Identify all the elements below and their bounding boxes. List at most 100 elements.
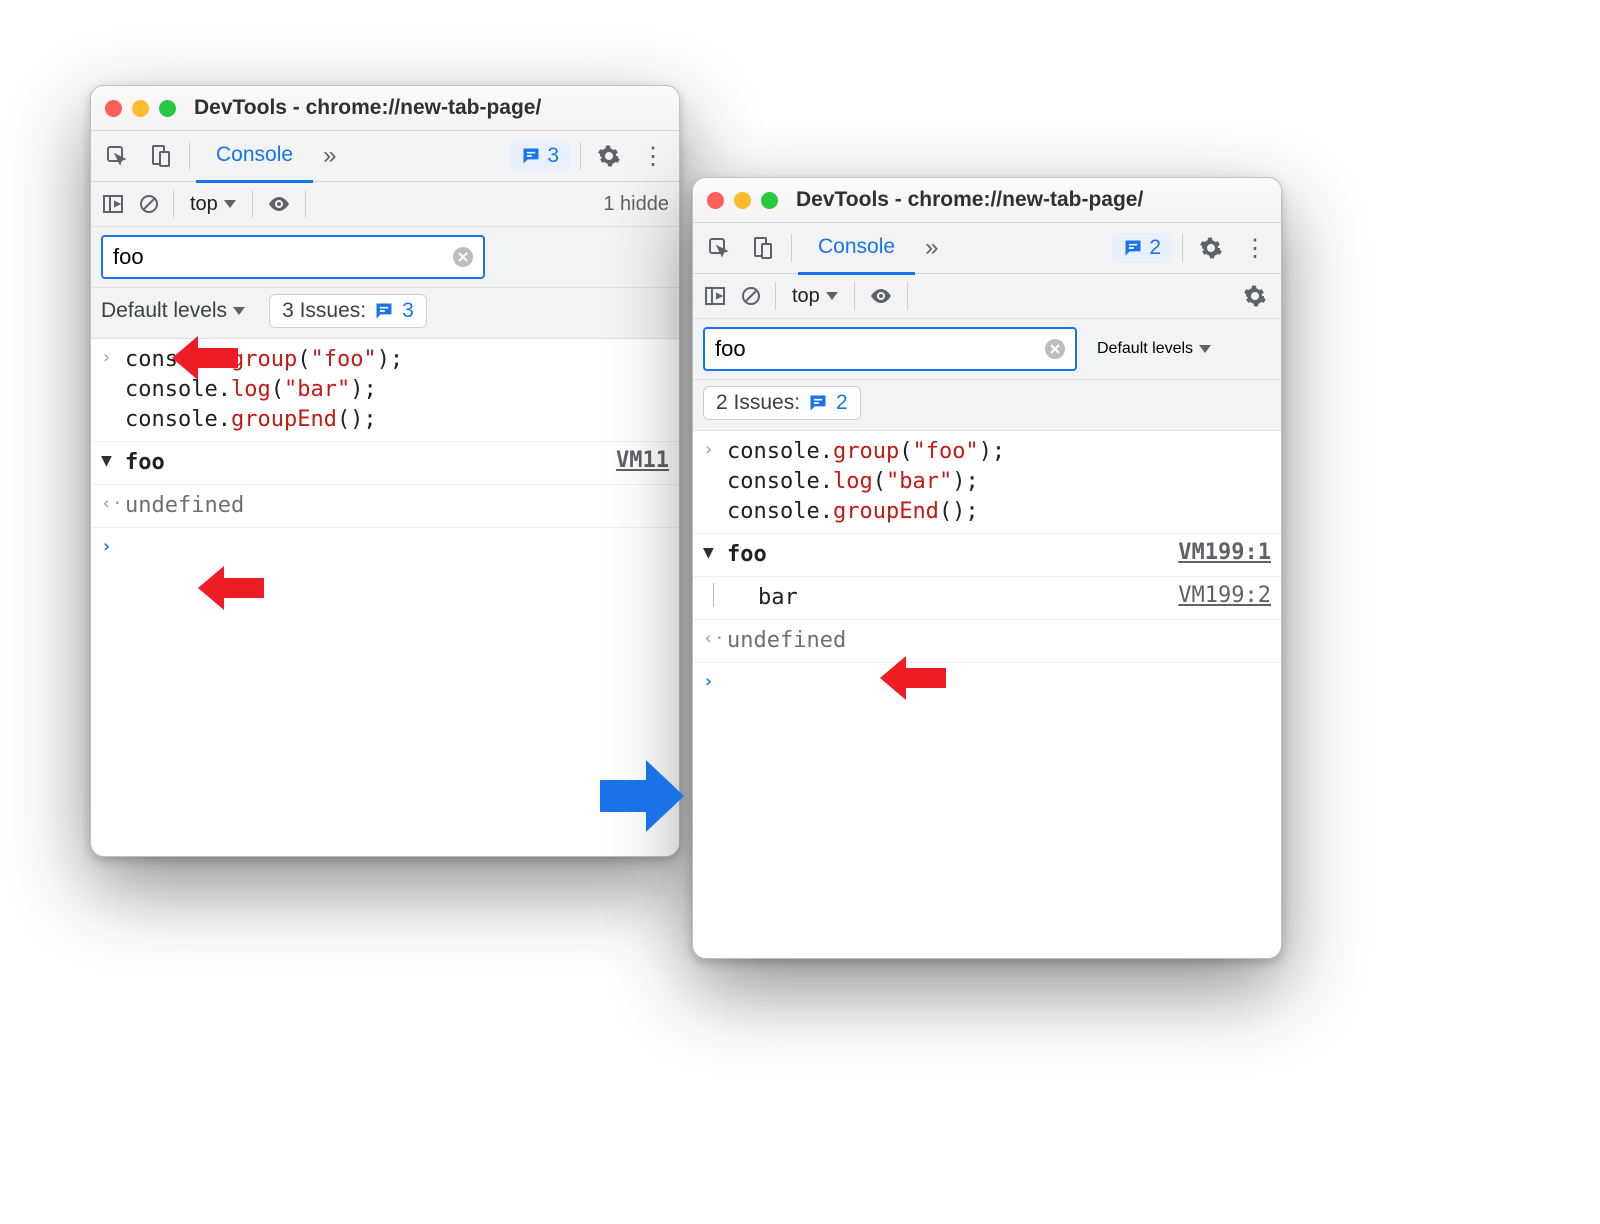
clear-filter-icon[interactable] <box>1043 337 1067 361</box>
transition-arrow-icon <box>598 756 686 836</box>
titlebar: DevTools - chrome://new-tab-page/ <box>693 178 1281 223</box>
context-label: top <box>792 285 820 308</box>
inspect-icon[interactable] <box>95 131 139 181</box>
filter-input-wrap[interactable] <box>703 327 1077 371</box>
input-row: › console.group("foo"); console.log("bar… <box>693 431 1281 534</box>
filter-input[interactable] <box>705 336 1043 362</box>
chevron-right-icon: › <box>101 534 125 557</box>
return-arrow-icon: ‹· <box>703 626 727 649</box>
chevron-right-icon: › <box>101 345 125 368</box>
chevron-right-icon: › <box>703 669 727 692</box>
issues-count: 3 <box>547 144 559 168</box>
group-log-row: bar VM199:2 <box>693 577 1281 620</box>
filter-input[interactable] <box>103 244 451 270</box>
filter-input-wrap[interactable] <box>101 235 485 279</box>
close-icon[interactable] <box>105 100 122 117</box>
annotation-arrow-icon <box>878 654 946 702</box>
prompt-input[interactable] <box>727 669 740 699</box>
result-row: ‹· undefined <box>91 485 679 528</box>
console-output: › console.group("foo"); console.log("bar… <box>693 431 1281 705</box>
log-levels-label: Default levels <box>101 299 227 323</box>
separator <box>791 234 792 262</box>
filter-bar <box>91 227 679 288</box>
separator <box>854 282 855 310</box>
message-icon <box>1123 238 1143 258</box>
issues-chip-label: 3 Issues: <box>282 299 366 323</box>
tab-console[interactable]: Console <box>798 222 915 275</box>
prompt-row[interactable]: › <box>693 663 1281 705</box>
group-row[interactable]: ▼ foo VM11 <box>91 442 679 485</box>
chevron-right-icon: › <box>703 437 727 460</box>
inspect-icon[interactable] <box>697 223 741 273</box>
context-selector[interactable]: top <box>782 285 848 308</box>
triangle-down-icon <box>1199 345 1211 353</box>
live-expression-icon[interactable] <box>861 271 901 321</box>
live-expression-icon[interactable] <box>259 179 299 229</box>
message-icon <box>808 393 828 413</box>
main-toolbar: Console » 2 ⋮ <box>693 223 1281 274</box>
log-text: bar <box>746 583 798 613</box>
annotation-arrow-icon <box>170 334 238 382</box>
source-link[interactable]: VM11 <box>616 448 669 473</box>
devtools-window-right: DevTools - chrome://new-tab-page/ Consol… <box>692 177 1282 959</box>
filter-bar: Default levels <box>693 319 1281 380</box>
log-levels-selector[interactable]: Default levels <box>1087 340 1221 358</box>
more-tabs-icon[interactable]: » <box>313 142 346 170</box>
separator <box>580 142 581 170</box>
separator <box>907 282 908 310</box>
separator <box>775 282 776 310</box>
levels-bar: 2 Issues: 2 <box>693 380 1281 431</box>
source-link[interactable]: VM199:1 <box>1178 540 1271 565</box>
undefined-result: undefined <box>727 626 846 656</box>
prompt-input[interactable] <box>125 534 138 564</box>
group-name: foo <box>727 540 767 570</box>
device-mode-icon[interactable] <box>139 131 183 181</box>
maximize-icon[interactable] <box>159 100 176 117</box>
separator <box>305 190 306 218</box>
minimize-icon[interactable] <box>132 100 149 117</box>
sidebar-toggle-icon[interactable] <box>95 179 131 229</box>
triangle-down-icon <box>233 307 245 315</box>
tab-console[interactable]: Console <box>196 130 313 183</box>
issues-chip[interactable]: 3 Issues: 3 <box>269 294 427 328</box>
prompt-row[interactable]: › <box>91 528 679 570</box>
undefined-result: undefined <box>125 491 244 521</box>
source-link[interactable]: VM199:2 <box>1178 583 1271 608</box>
minimize-icon[interactable] <box>734 192 751 209</box>
group-row[interactable]: ▼ foo VM199:1 <box>693 534 1281 577</box>
message-icon <box>374 301 394 321</box>
group-indent <box>713 583 746 607</box>
gear-icon[interactable] <box>587 131 631 181</box>
more-tabs-icon[interactable]: » <box>915 234 948 262</box>
kebab-icon[interactable]: ⋮ <box>631 131 675 181</box>
issues-chip[interactable]: 2 Issues: 2 <box>703 386 861 420</box>
triangle-down-icon: ▼ <box>703 540 727 563</box>
triangle-down-icon <box>826 292 838 300</box>
console-toolbar: top 1 hidde <box>91 182 679 227</box>
log-levels-selector[interactable]: Default levels <box>101 299 255 323</box>
message-icon <box>521 146 541 166</box>
console-toolbar: top <box>693 274 1281 319</box>
issues-badge[interactable]: 3 <box>510 141 570 171</box>
clear-filter-icon[interactable] <box>451 245 475 269</box>
gear-icon[interactable] <box>1189 223 1233 273</box>
log-levels-label: Default levels <box>1097 340 1193 358</box>
gear-icon[interactable] <box>1233 271 1277 321</box>
issues-chip-count: 2 <box>836 391 848 415</box>
context-selector[interactable]: top <box>180 193 246 216</box>
context-label: top <box>190 193 218 216</box>
levels-bar: Default levels 3 Issues: 3 <box>91 288 679 339</box>
close-icon[interactable] <box>707 192 724 209</box>
maximize-icon[interactable] <box>761 192 778 209</box>
window-title: DevTools - chrome://new-tab-page/ <box>796 188 1143 212</box>
devtools-window-left: DevTools - chrome://new-tab-page/ Consol… <box>90 85 680 857</box>
kebab-icon[interactable]: ⋮ <box>1233 223 1277 273</box>
device-mode-icon[interactable] <box>741 223 785 273</box>
separator <box>1182 234 1183 262</box>
sidebar-toggle-icon[interactable] <box>697 271 733 321</box>
result-row: ‹· undefined <box>693 620 1281 663</box>
annotation-arrow-icon <box>196 564 264 612</box>
issues-badge[interactable]: 2 <box>1112 233 1172 263</box>
clear-icon[interactable] <box>131 179 167 229</box>
clear-icon[interactable] <box>733 271 769 321</box>
